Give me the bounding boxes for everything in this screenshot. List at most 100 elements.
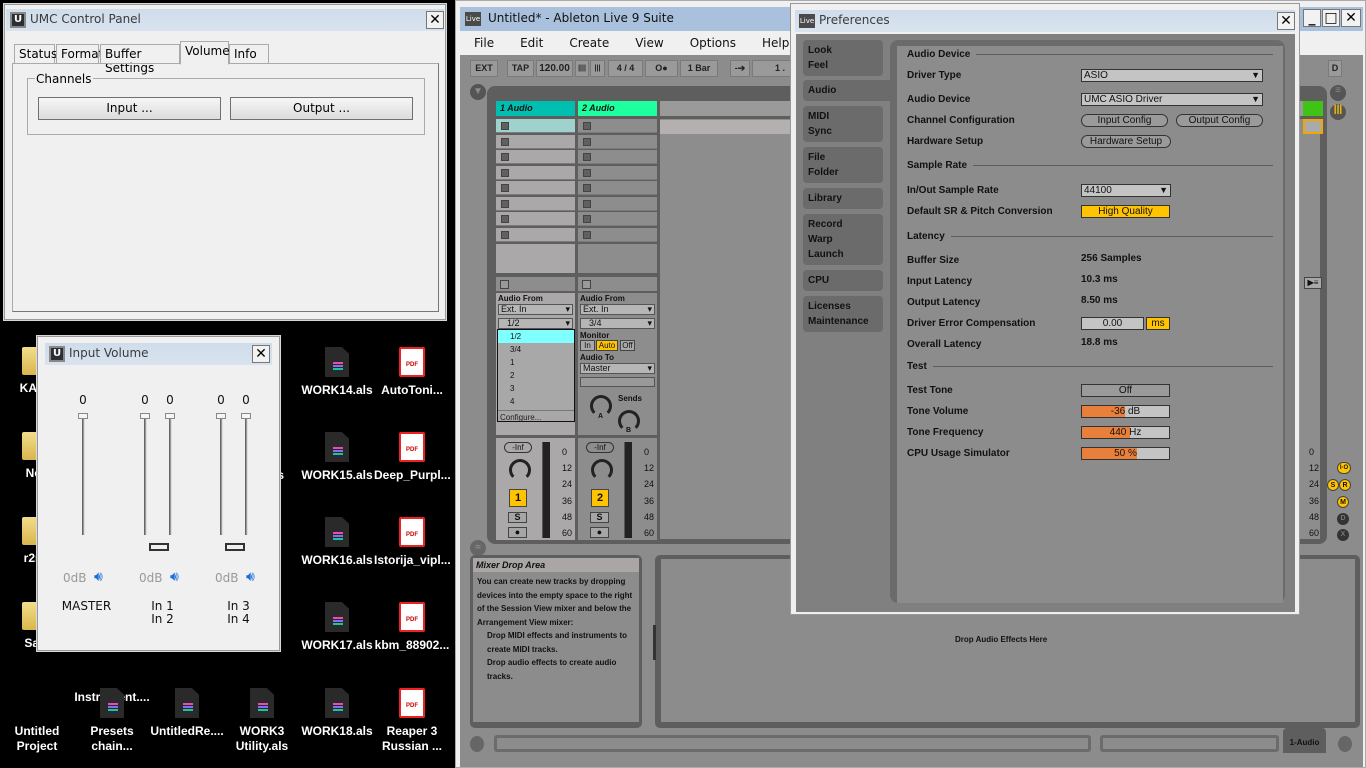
desktop-icon[interactable]: WORK14.als <box>299 347 375 398</box>
tab-buffer-settings[interactable]: Buffer Settings <box>100 44 180 75</box>
menu-view[interactable]: View <box>621 32 675 53</box>
maximize-button[interactable]: □ <box>1322 9 1340 27</box>
close-button[interactable]: ✕ <box>1341 9 1361 27</box>
desktop-icon-label: kbm_88902... <box>374 638 450 652</box>
high-quality-toggle[interactable]: High Quality <box>1081 205 1170 218</box>
audio-device-label: Audio Device <box>907 94 971 105</box>
menu-create[interactable]: Create <box>555 32 621 53</box>
menu-options[interactable]: Options <box>676 32 748 53</box>
input-volume-close-button[interactable]: ✕ <box>252 345 270 363</box>
desktop-icon[interactable]: Untitled Project <box>0 688 75 754</box>
output-config-button[interactable]: Output Config <box>1176 114 1263 127</box>
desktop-icon-label: WORK17.als <box>301 638 373 652</box>
desktop-icon[interactable]: AutoToni... <box>374 347 450 398</box>
pref-tab-licenses[interactable]: Licenses Maintenance <box>803 296 883 332</box>
pref-tab-cpu[interactable]: CPU <box>803 270 883 291</box>
input-button[interactable]: Input ... <box>38 97 221 120</box>
speaker-icon[interactable]: 🔊︎ <box>94 569 103 585</box>
menu-file[interactable]: File <box>460 32 506 53</box>
slider-thumb[interactable] <box>140 413 150 419</box>
desktop-icon[interactable]: Deep_Purpl... <box>374 432 451 483</box>
driver-error-label: Driver Error Compensation <box>907 318 1036 329</box>
desktop-icon[interactable]: WORK16.als <box>299 517 375 568</box>
pref-tab-label: Launch <box>808 249 844 260</box>
desktop-icon[interactable]: WORK3 Utility.als <box>224 688 300 754</box>
volume-slider[interactable] <box>82 415 85 535</box>
buffer-size-label: Buffer Size <box>907 255 960 266</box>
gain-label: 0dB <box>63 571 87 585</box>
tab-volume[interactable]: Volume <box>180 41 230 65</box>
als-file-icon <box>325 432 349 462</box>
link-channels-icon[interactable] <box>149 543 169 551</box>
tab-info[interactable]: Info <box>229 44 269 64</box>
slider-thumb[interactable] <box>78 413 88 419</box>
volume-slider[interactable] <box>169 415 172 535</box>
output-button[interactable]: Output ... <box>230 97 413 120</box>
tone-frequency-label: Tone Frequency <box>907 427 984 438</box>
slider-thumb[interactable] <box>216 413 226 419</box>
driver-error-unit: ms <box>1146 317 1170 330</box>
pref-tab-audio[interactable]: Audio <box>803 80 898 101</box>
tab-format[interactable]: Format <box>56 44 103 64</box>
als-file-icon <box>325 602 349 632</box>
tab-status[interactable]: Status <box>14 44 57 64</box>
slider-thumb[interactable] <box>165 413 175 419</box>
desktop-icon[interactable]: WORK17.als <box>299 602 375 653</box>
desktop-icon[interactable]: WORK15.als <box>299 432 375 483</box>
channel-name: MASTER <box>61 599 112 613</box>
als-file-icon <box>250 688 274 718</box>
hardware-setup-button[interactable]: Hardware Setup <box>1081 135 1171 148</box>
desktop-icon[interactable]: kbm_88902... <box>374 602 450 653</box>
link-channels-icon[interactable] <box>225 543 245 551</box>
desktop-icon-label: Presets chain... <box>90 724 134 753</box>
slider-value: 0 <box>242 393 250 407</box>
desktop-icon-label: WORK15.als <box>301 468 373 482</box>
cpu-sim-slider[interactable]: 50 % <box>1081 447 1170 460</box>
pref-tab-library[interactable]: Library <box>803 188 883 209</box>
desktop-icon[interactable]: WORK18.als <box>299 688 375 739</box>
als-file-icon <box>325 347 349 377</box>
umc-close-button[interactable]: ✕ <box>426 11 444 29</box>
tone-frequency-slider[interactable]: 440 Hz <box>1081 426 1170 439</box>
desktop-icon[interactable]: Reaper 3 Russian ... <box>374 688 450 754</box>
slider-thumb[interactable] <box>241 413 251 419</box>
desktop-icon-label: Untitled Project <box>14 724 60 753</box>
sample-rate-dropdown[interactable]: 44100 <box>1081 184 1171 197</box>
test-tone-toggle[interactable]: Off <box>1081 384 1170 397</box>
audio-device-dropdown[interactable]: UMC ASIO Driver <box>1081 93 1263 106</box>
volume-slider[interactable] <box>245 415 248 535</box>
pref-tab-label: Maintenance <box>808 316 869 327</box>
als-file-icon <box>100 688 124 718</box>
desktop-icon[interactable]: Presets chain... <box>74 688 150 754</box>
pdf-file-icon <box>399 602 425 632</box>
pref-tab-label: MIDI <box>808 111 830 122</box>
menu-edit[interactable]: Edit <box>506 32 555 53</box>
desktop-icon[interactable]: UntitledRe.... <box>149 688 225 739</box>
desktop-icon-label: WORK18.als <box>301 724 373 738</box>
speaker-icon[interactable]: 🔊︎ <box>246 569 255 585</box>
input-config-button[interactable]: Input Config <box>1081 114 1168 127</box>
desktop-icon[interactable]: Istorija_vipl... <box>374 517 451 568</box>
slider-value: 0 <box>217 393 225 407</box>
driver-error-field[interactable]: 0.00 <box>1081 317 1144 330</box>
driver-type-dropdown[interactable]: ASIO <box>1081 69 1263 82</box>
pref-tab-record[interactable]: Record Warp Launch <box>803 214 883 265</box>
minimize-button[interactable]: _ <box>1303 9 1321 27</box>
input-volume-title: Input Volume <box>69 346 149 360</box>
pref-tab-label: Licenses <box>808 301 851 312</box>
preferences-close-button[interactable]: ✕ <box>1277 12 1295 30</box>
tone-volume-slider[interactable]: -36 dB <box>1081 405 1170 418</box>
desktop-icon-label: Deep_Purpl... <box>374 468 451 482</box>
slider-value: 0 <box>141 393 149 407</box>
pref-tab-midi[interactable]: MIDI Sync <box>803 106 883 142</box>
pdf-file-icon <box>399 688 425 718</box>
volume-slider[interactable] <box>220 415 223 535</box>
desktop-icon-label: WORK3 Utility.als <box>235 724 289 753</box>
overall-latency-value: 18.8 ms <box>1081 337 1118 348</box>
pref-tab-look[interactable]: Look Feel <box>803 40 883 76</box>
pref-tab-file[interactable]: File Folder <box>803 147 883 183</box>
preferences-titlebar: Live Preferences ✕ <box>795 10 1295 32</box>
umc-logo-icon: U <box>49 346 65 362</box>
speaker-icon[interactable]: 🔊︎ <box>170 569 179 585</box>
volume-slider[interactable] <box>144 415 147 535</box>
